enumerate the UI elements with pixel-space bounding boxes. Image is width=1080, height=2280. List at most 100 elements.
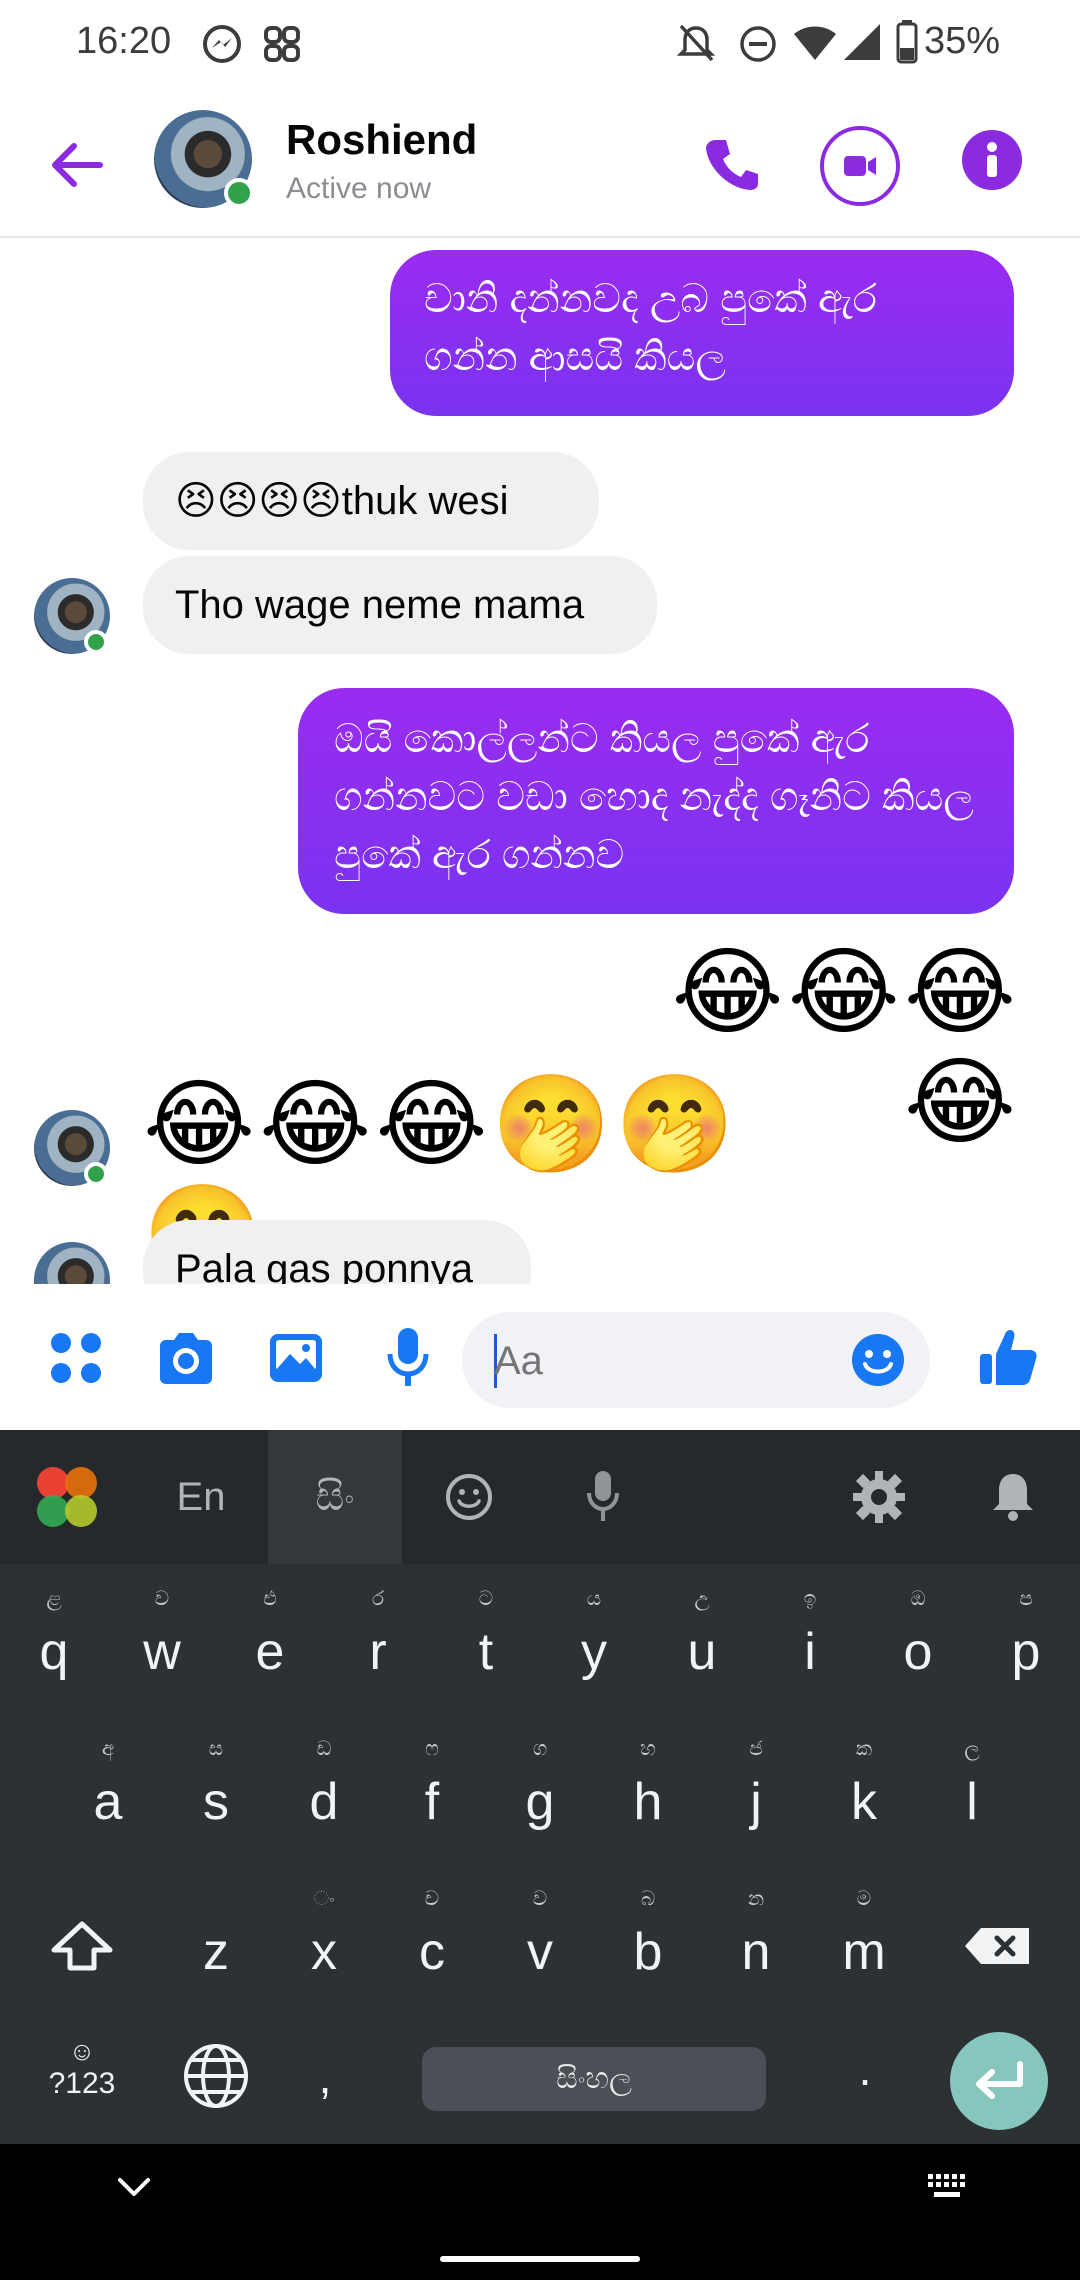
message-text: චානි දන්නවද උබ පුකේ ඇර ගන්න ආසයි කියල	[424, 277, 877, 379]
contact-avatar[interactable]	[154, 110, 254, 208]
key-l[interactable]: ලl	[922, 1730, 1022, 1850]
emoji-picker-button[interactable]	[850, 1332, 906, 1388]
space-bar[interactable]: සිංහල	[422, 2047, 766, 2111]
key-y[interactable]: යy	[544, 1580, 644, 1700]
like-button[interactable]	[976, 1324, 1040, 1390]
camera-button[interactable]	[154, 1328, 218, 1388]
sender-avatar[interactable]	[34, 578, 110, 654]
message-text: Pala gas ponnya	[175, 1247, 474, 1284]
status-bar: 16:20 35%	[0, 0, 1080, 92]
back-arrow-icon	[52, 143, 103, 187]
language-sinhala-button[interactable]: සිං	[268, 1430, 402, 1564]
voice-typing-button[interactable]	[536, 1430, 670, 1564]
microphone-icon	[387, 1328, 429, 1386]
message-input-field[interactable]	[462, 1312, 930, 1408]
key-m[interactable]: මm	[814, 1880, 914, 2000]
enter-key[interactable]	[950, 2032, 1048, 2130]
avatar-image	[34, 1242, 110, 1284]
key-hint: ඩ	[316, 1738, 332, 1760]
incoming-message[interactable]: Pala gas ponnya	[143, 1220, 531, 1284]
key-hint: ඔ	[910, 1588, 926, 1610]
smiley-icon	[852, 1334, 904, 1386]
key-label: l	[966, 1773, 978, 1831]
key-h[interactable]: හh	[598, 1730, 698, 1850]
key-hint: ග	[532, 1738, 548, 1760]
key-x[interactable]: ං x	[274, 1880, 374, 2000]
outgoing-message[interactable]: චානි දන්නවද උබ පුකේ ඇර ගන්න ආසයි කියල	[390, 250, 1014, 416]
key-label: g	[525, 1773, 555, 1831]
key-label: c	[419, 1923, 445, 1981]
key-z[interactable]: z	[166, 1880, 266, 2000]
language-english-button[interactable]: En	[134, 1430, 268, 1564]
key-label: k	[851, 1773, 877, 1831]
battery-percent: 35%	[924, 20, 1001, 62]
keyboard-settings-button[interactable]	[812, 1430, 946, 1564]
key-label: z	[203, 1923, 229, 1981]
key-d[interactable]: ඩd	[274, 1730, 374, 1850]
backspace-key[interactable]	[946, 1886, 1050, 2006]
language-switch-key[interactable]	[178, 2038, 254, 2114]
key-s[interactable]: සs	[166, 1730, 266, 1850]
home-gesture-bar[interactable]	[440, 2256, 640, 2262]
key-hint: ඉ	[803, 1588, 817, 1610]
key-k[interactable]: කk	[814, 1730, 914, 1850]
keyboard-apps-button[interactable]	[0, 1430, 134, 1564]
sender-avatar[interactable]	[34, 1242, 110, 1284]
key-label: d	[309, 1773, 339, 1831]
keyboard-switcher-button[interactable]	[924, 2168, 972, 2208]
key-o[interactable]: ඔo	[868, 1580, 968, 1700]
message-input[interactable]	[492, 1330, 826, 1392]
hide-keyboard-button[interactable]	[112, 2168, 156, 2208]
key-q[interactable]: ළq	[4, 1580, 104, 1700]
voice-call-button[interactable]	[696, 128, 768, 200]
contact-name[interactable]: Roshiend	[286, 116, 477, 164]
key-i[interactable]: ඉi	[760, 1580, 860, 1700]
key-label: h	[633, 1773, 663, 1831]
key-f[interactable]: ෆf	[382, 1730, 482, 1850]
message-list[interactable]: චානි දන්නවද උබ පුකේ ඇර ගන්න ආසයි කියල 😣😣…	[0, 238, 1080, 1284]
key-b[interactable]: බb	[598, 1880, 698, 2000]
key-label: b	[633, 1923, 663, 1981]
emoji-keyboard-button[interactable]	[402, 1430, 536, 1564]
key-e[interactable]: එe	[220, 1580, 320, 1700]
four-dots-icon	[51, 1333, 101, 1383]
key-label: y	[581, 1623, 607, 1681]
key-n[interactable]: නn	[706, 1880, 806, 2000]
key-r[interactable]: රr	[328, 1580, 428, 1700]
key-c[interactable]: චc	[382, 1880, 482, 2000]
sender-avatar[interactable]	[34, 1110, 110, 1186]
conversation-info-button[interactable]	[962, 130, 1022, 190]
key-t[interactable]: ටt	[436, 1580, 536, 1700]
key-hint: හ	[640, 1738, 656, 1760]
key-label: n	[741, 1923, 771, 1981]
key-j[interactable]: ජj	[706, 1730, 806, 1850]
video-call-button[interactable]	[820, 126, 900, 206]
backspace-icon	[965, 1928, 1029, 1964]
outgoing-message[interactable]: ඔයි කොල්ලන්ට කියල පුකේ ඇර ගන්නවට වඩා හොද…	[298, 688, 1014, 914]
symbols-key[interactable]: ☺ ?123	[30, 2030, 134, 2130]
online-indicator	[84, 630, 108, 654]
shift-key[interactable]	[30, 1886, 134, 2006]
key-v[interactable]: වv	[490, 1880, 590, 2000]
key-label: q	[39, 1623, 69, 1681]
comma-key[interactable]: ,	[300, 2050, 350, 2130]
back-button[interactable]	[44, 132, 110, 198]
key-w[interactable]: වw	[112, 1580, 212, 1700]
key-label: t	[478, 1623, 494, 1681]
key-p[interactable]: පp	[976, 1580, 1076, 1700]
key-hint: ජ	[749, 1738, 763, 1760]
key-label: m	[842, 1923, 886, 1981]
wifi-icon	[792, 22, 838, 67]
gear-icon	[853, 1471, 905, 1523]
incoming-message[interactable]: Tho wage neme mama	[143, 556, 657, 654]
key-g[interactable]: ගg	[490, 1730, 590, 1850]
key-a[interactable]: අa	[58, 1730, 158, 1850]
voice-record-button[interactable]	[382, 1324, 434, 1390]
microphone-icon	[587, 1471, 619, 1521]
more-actions-button[interactable]	[46, 1328, 106, 1388]
key-u[interactable]: උu	[652, 1580, 752, 1700]
keyboard-notifications-button[interactable]	[946, 1430, 1080, 1564]
gallery-button[interactable]	[266, 1328, 326, 1388]
incoming-message[interactable]: 😣😣😣😣thuk wesi	[143, 452, 599, 550]
period-key[interactable]: .	[840, 2042, 890, 2122]
